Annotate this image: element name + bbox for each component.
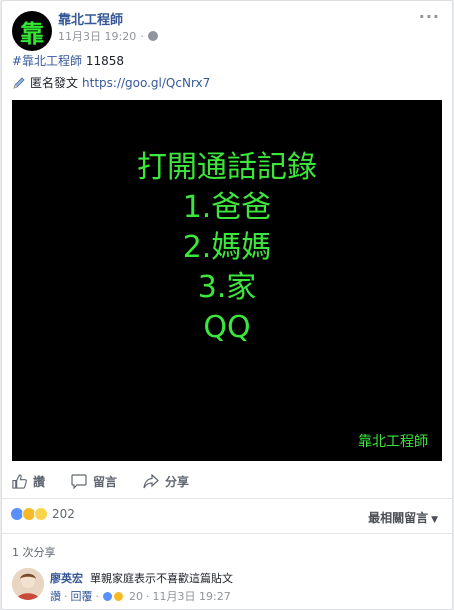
- globe-icon: [147, 31, 158, 41]
- haha-icon: [34, 507, 48, 521]
- hashtag-link[interactable]: #靠北工程師: [12, 54, 82, 68]
- comment-timestamp[interactable]: 11月3日 19:27: [153, 588, 231, 604]
- post-link[interactable]: https://goo.gl/QcNrx7: [82, 76, 210, 90]
- image-line-4: 3.家: [197, 270, 257, 305]
- meta-separator: ·: [140, 29, 144, 43]
- comment-icon: [71, 473, 87, 489]
- share-button[interactable]: 分享: [143, 473, 189, 490]
- avatar-glyph: 靠: [20, 18, 44, 48]
- divider: [2, 533, 452, 534]
- image-line-3: 2.媽媽: [182, 230, 272, 265]
- reaction-summary[interactable]: 202: [10, 507, 75, 521]
- post-timestamp[interactable]: 11月3日 19:20: [58, 28, 136, 44]
- comment-text: 單親家庭表示不喜歡這篇貼文: [90, 572, 233, 585]
- sad-icon: [113, 590, 124, 602]
- share-label: 分享: [165, 474, 190, 489]
- post-card: 靠 靠北工程師 11月3日 19:20 · ··· #靠北工程師 11858 匿…: [1, 0, 453, 610]
- comment-like-link[interactable]: 讚: [50, 588, 61, 604]
- meta-separator: ·: [146, 589, 150, 603]
- image-text: 打開通話記錄 1.爸爸 2.媽媽 3.家 QQ: [12, 148, 442, 348]
- post-meta: 11月3日 19:20 ·: [58, 28, 158, 44]
- image-line-5: QQ: [203, 310, 251, 345]
- caret-down-icon: ▼: [431, 515, 438, 525]
- post-number: 11858: [85, 54, 125, 68]
- image-signature: 靠北工程師: [358, 434, 428, 450]
- anon-label: 匿名發文: [30, 76, 79, 90]
- share-icon: [143, 473, 159, 488]
- image-line-1: 打開通話記錄: [137, 150, 317, 185]
- reaction-count: 202: [52, 507, 75, 521]
- page-avatar[interactable]: 靠: [12, 11, 52, 51]
- comment-sort-dropdown[interactable]: 最相關留言 ▼: [368, 509, 438, 526]
- like-button[interactable]: 讚: [12, 473, 45, 490]
- pencil-icon: [13, 76, 25, 89]
- thumbs-up-icon: [12, 473, 27, 489]
- post-text-line1: #靠北工程師 11858: [12, 52, 124, 69]
- meta-separator: ·: [95, 589, 100, 603]
- divider: [2, 498, 452, 499]
- comment-label: 留言: [93, 474, 118, 489]
- comment-author[interactable]: 廖英宏: [50, 570, 83, 586]
- image-line-2: 1.爸爸: [182, 190, 272, 225]
- page-name-link[interactable]: 靠北工程師: [58, 9, 123, 28]
- more-options-icon[interactable]: ···: [419, 7, 440, 26]
- like-icon: [102, 590, 113, 602]
- sort-label: 最相關留言: [368, 511, 429, 525]
- commenter-avatar[interactable]: [12, 568, 44, 600]
- comment-meta: 讚 · 回覆 · 20 · 11月3日 19:27: [50, 588, 231, 604]
- comment-reaction-count[interactable]: 20: [129, 590, 143, 603]
- comment-button[interactable]: 留言: [71, 473, 117, 490]
- like-label: 讚: [33, 474, 46, 489]
- share-count[interactable]: 1 次分享: [12, 544, 56, 560]
- meta-separator: ·: [64, 589, 68, 603]
- post-image[interactable]: 打開通話記錄 1.爸爸 2.媽媽 3.家 QQ 靠北工程師: [12, 100, 442, 461]
- comment-reply-link[interactable]: 回覆: [71, 588, 93, 604]
- action-bar: 讚 留言 分享: [2, 467, 452, 495]
- avatar-image: [12, 568, 44, 600]
- post-text-line2: 匿名發文 https://goo.gl/QcNrx7: [12, 74, 210, 91]
